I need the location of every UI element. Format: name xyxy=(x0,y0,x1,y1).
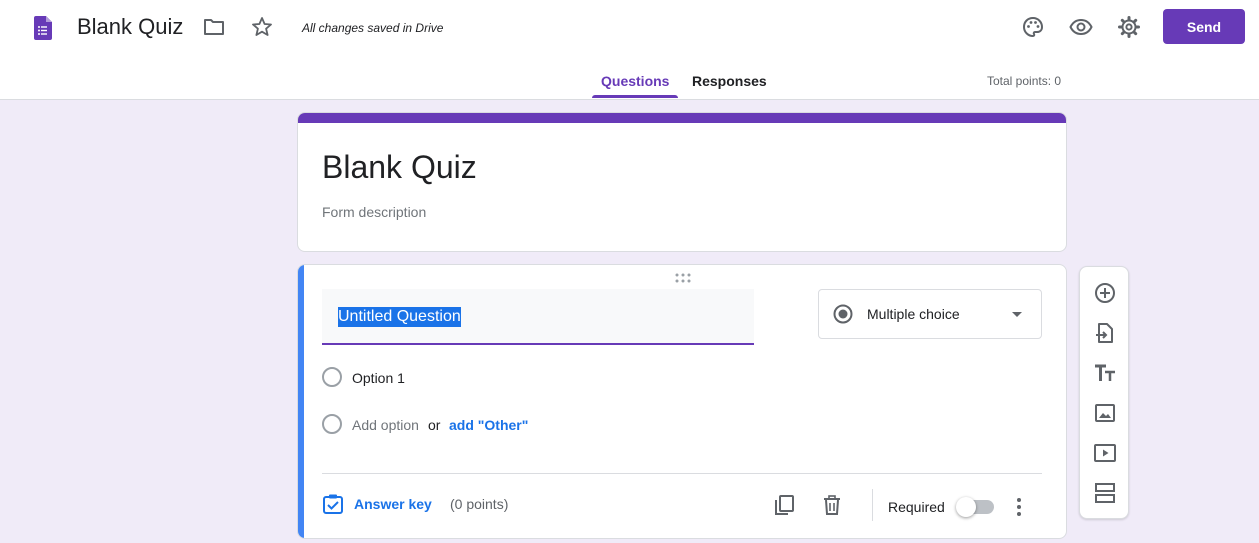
question-title-text: Untitled Question xyxy=(338,307,461,327)
question-type-label: Multiple choice xyxy=(867,306,960,322)
answer-key-icon[interactable] xyxy=(322,493,344,515)
answer-key-link[interactable]: Answer key xyxy=(354,496,432,512)
top-bar: Blank Quiz All changes saved in Drive Se… xyxy=(0,0,1259,100)
total-points: Total points: 0 xyxy=(987,74,1062,88)
radio-button-icon xyxy=(833,304,853,324)
settings-icon[interactable] xyxy=(1117,15,1141,39)
palette-icon[interactable] xyxy=(1021,15,1045,39)
tab-questions[interactable]: Questions xyxy=(601,73,669,89)
option-radio xyxy=(322,367,342,387)
or-text: or xyxy=(428,417,441,433)
add-section-icon[interactable] xyxy=(1093,481,1117,505)
required-label: Required xyxy=(888,499,945,515)
send-button[interactable]: Send xyxy=(1163,9,1245,44)
theme-band xyxy=(298,113,1066,123)
form-description-field[interactable]: Form description xyxy=(322,204,426,220)
card-footer-divider xyxy=(322,473,1042,474)
question-title-input[interactable]: Untitled Question xyxy=(322,289,754,345)
duplicate-icon[interactable] xyxy=(772,493,796,517)
required-toggle-knob[interactable] xyxy=(956,497,976,517)
active-card-indicator xyxy=(298,265,304,538)
folder-icon[interactable] xyxy=(202,15,226,39)
active-tab-indicator xyxy=(592,95,678,98)
add-image-icon[interactable] xyxy=(1093,401,1117,425)
question-card[interactable]: Untitled Question Multiple choice Option… xyxy=(297,264,1067,539)
preview-icon[interactable] xyxy=(1069,15,1093,39)
option-label[interactable]: Option 1 xyxy=(352,370,405,386)
drag-handle-icon[interactable] xyxy=(675,273,691,283)
add-option-radio xyxy=(322,414,342,434)
more-options-icon[interactable] xyxy=(1007,495,1031,519)
add-other-link[interactable]: add "Other" xyxy=(449,417,528,433)
forms-icon[interactable] xyxy=(34,16,52,40)
side-toolbar xyxy=(1079,266,1129,519)
form-title-card[interactable]: Blank Quiz Form description xyxy=(297,112,1067,252)
save-status: All changes saved in Drive xyxy=(302,21,444,35)
add-question-icon[interactable] xyxy=(1093,281,1117,305)
form-name[interactable]: Blank Quiz xyxy=(77,14,183,40)
delete-icon[interactable] xyxy=(820,493,844,517)
add-title-icon[interactable] xyxy=(1093,361,1117,385)
footer-vertical-divider xyxy=(872,489,873,521)
chevron-down-icon xyxy=(1012,312,1022,317)
question-points: (0 points) xyxy=(450,496,509,512)
question-type-dropdown[interactable]: Multiple choice xyxy=(818,289,1042,339)
add-option-field[interactable]: Add option xyxy=(352,417,419,433)
form-title[interactable]: Blank Quiz xyxy=(322,149,477,186)
tab-responses[interactable]: Responses xyxy=(692,73,767,89)
import-questions-icon[interactable] xyxy=(1093,321,1117,345)
add-video-icon[interactable] xyxy=(1093,441,1117,465)
star-icon[interactable] xyxy=(250,15,274,39)
